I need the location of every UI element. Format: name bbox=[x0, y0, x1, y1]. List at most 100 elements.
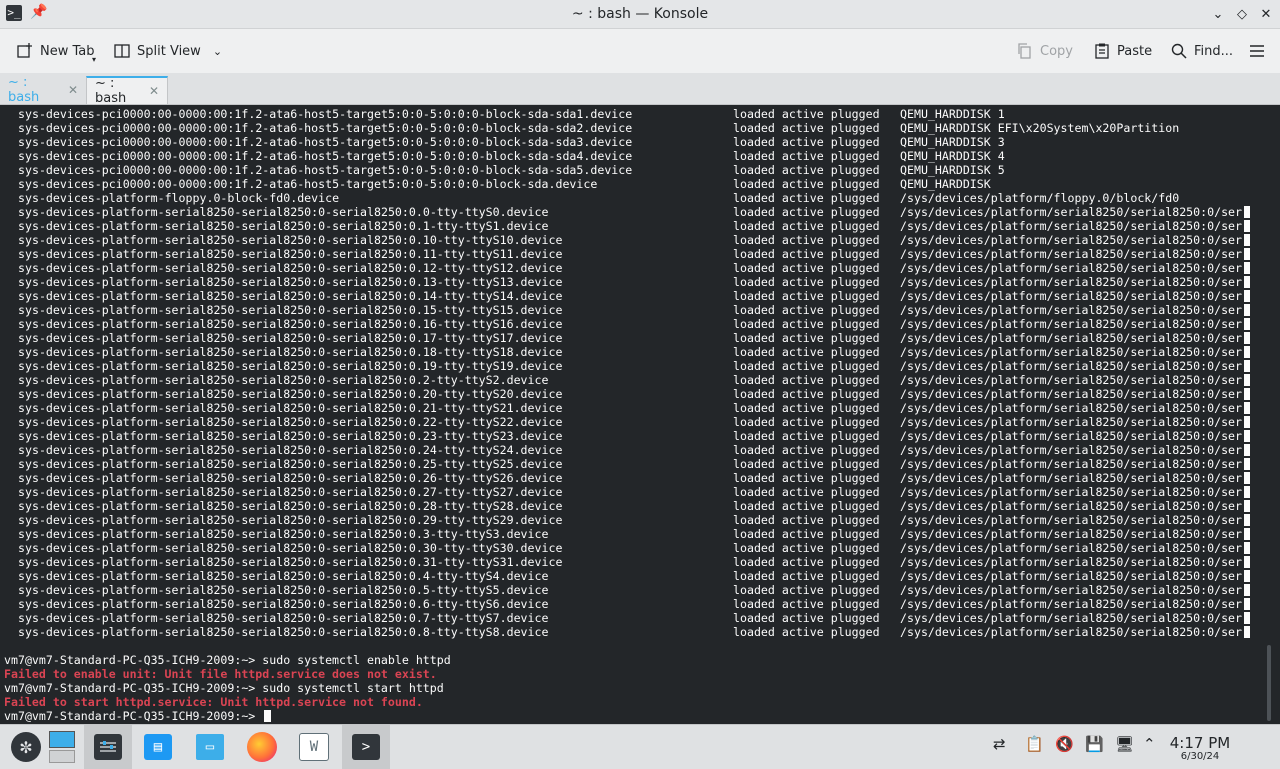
line-truncated-marker bbox=[1244, 542, 1250, 554]
unit-row: sys-devices-platform-serial8250-serial82… bbox=[0, 219, 1268, 233]
unit-description: /sys/devices/platform/serial8250/serial8… bbox=[900, 331, 1242, 345]
maximize-icon[interactable]: ◇ bbox=[1232, 4, 1252, 24]
unit-name: sys-devices-platform-serial8250-serial82… bbox=[18, 219, 549, 233]
unit-state: loaded active plugged bbox=[733, 303, 880, 317]
tab-bar: ~ : bash ✕ ~ : bash ✕ bbox=[0, 73, 1280, 106]
unit-name: sys-devices-platform-serial8250-serial82… bbox=[18, 317, 563, 331]
file-manager-icon[interactable]: ▭ bbox=[186, 725, 234, 769]
chevron-down-icon[interactable]: ⌄ bbox=[213, 45, 222, 58]
scrollbar[interactable] bbox=[1268, 105, 1280, 724]
unit-state: loaded active plugged bbox=[733, 527, 880, 541]
unit-description: /sys/devices/platform/serial8250/serial8… bbox=[900, 317, 1242, 331]
system-settings-icon[interactable] bbox=[84, 725, 132, 769]
unit-name: sys-devices-platform-serial8250-serial82… bbox=[18, 443, 563, 457]
unit-name: sys-devices-pci0000:00-0000:00:1f.2-ata6… bbox=[18, 177, 598, 191]
unit-row: sys-devices-platform-serial8250-serial82… bbox=[0, 513, 1268, 527]
line-truncated-marker bbox=[1244, 262, 1250, 274]
firefox-icon[interactable] bbox=[238, 725, 286, 769]
clipboard-icon[interactable]: 📋 bbox=[1025, 735, 1044, 753]
new-tab-button[interactable]: New Tab ▾ bbox=[16, 29, 96, 73]
unit-state: loaded active plugged bbox=[733, 275, 880, 289]
unit-state: loaded active plugged bbox=[733, 135, 880, 149]
display-icon[interactable]: 🖥 bbox=[1115, 735, 1134, 753]
unit-state: loaded active plugged bbox=[733, 569, 880, 583]
pin-icon[interactable]: 📌 bbox=[30, 4, 47, 20]
unit-row: sys-devices-platform-serial8250-serial82… bbox=[0, 597, 1268, 611]
volume-muted-icon[interactable]: 🔇 bbox=[1055, 735, 1074, 753]
unit-state: loaded active plugged bbox=[733, 415, 880, 429]
unit-name: sys-devices-platform-serial8250-serial82… bbox=[18, 289, 563, 303]
unit-name: sys-devices-pci0000:00-0000:00:1f.2-ata6… bbox=[18, 163, 633, 177]
unit-state: loaded active plugged bbox=[733, 345, 880, 359]
shell-text: Failed to start httpd.service: Unit http… bbox=[4, 695, 423, 709]
unit-row: sys-devices-platform-serial8250-serial82… bbox=[0, 583, 1268, 597]
unit-description: QEMU_HARDDISK 3 bbox=[900, 135, 1005, 149]
unit-row: sys-devices-platform-serial8250-serial82… bbox=[0, 247, 1268, 261]
unit-name: sys-devices-platform-serial8250-serial82… bbox=[18, 247, 563, 261]
unit-state: loaded active plugged bbox=[733, 485, 880, 499]
line-truncated-marker bbox=[1244, 458, 1250, 470]
unit-state: loaded active plugged bbox=[733, 149, 880, 163]
line-truncated-marker bbox=[1244, 318, 1250, 330]
storage-icon[interactable]: 💾 bbox=[1085, 735, 1104, 753]
unit-row: sys-devices-platform-serial8250-serial82… bbox=[0, 555, 1268, 569]
unit-description: /sys/devices/platform/serial8250/serial8… bbox=[900, 359, 1242, 373]
unit-state: loaded active plugged bbox=[733, 429, 880, 443]
minimize-icon[interactable]: ⌄ bbox=[1208, 4, 1228, 24]
unit-name: sys-devices-platform-serial8250-serial82… bbox=[18, 499, 563, 513]
expand-tray-icon[interactable]: ⌃ bbox=[1143, 735, 1156, 753]
unit-row: sys-devices-pci0000:00-0000:00:1f.2-ata6… bbox=[0, 135, 1268, 149]
shell-text: vm7@vm7-Standard-PC-Q35-ICH9-2009:~> sud… bbox=[4, 653, 451, 667]
desktop-pager-icon[interactable] bbox=[42, 725, 82, 769]
line-truncated-marker bbox=[1244, 402, 1250, 414]
unit-name: sys-devices-platform-serial8250-serial82… bbox=[18, 401, 563, 415]
scrollbar-thumb[interactable] bbox=[1267, 645, 1271, 721]
unit-row: sys-devices-platform-serial8250-serial82… bbox=[0, 275, 1268, 289]
tab-bash-1[interactable]: ~ : bash ✕ bbox=[0, 75, 86, 105]
unit-description: /sys/devices/platform/serial8250/serial8… bbox=[900, 569, 1242, 583]
unit-row: sys-devices-platform-serial8250-serial82… bbox=[0, 359, 1268, 373]
discover-store-icon[interactable]: ▤ bbox=[134, 725, 182, 769]
line-truncated-marker bbox=[1244, 290, 1250, 302]
copy-button[interactable]: Copy bbox=[1016, 29, 1073, 73]
unit-row: sys-devices-platform-serial8250-serial82… bbox=[0, 233, 1268, 247]
hamburger-menu-icon bbox=[1248, 42, 1266, 60]
tab-bash-2[interactable]: ~ : bash ✕ bbox=[86, 76, 168, 106]
unit-name: sys-devices-platform-serial8250-serial82… bbox=[18, 527, 549, 541]
network-icon[interactable]: ⇄ bbox=[993, 735, 1006, 753]
unit-name: sys-devices-platform-serial8250-serial82… bbox=[18, 555, 563, 569]
terminal-output[interactable]: sys-devices-pci0000:00-0000:00:1f.2-ata6… bbox=[0, 105, 1268, 724]
konsole-icon[interactable]: > bbox=[342, 725, 390, 769]
unit-description: /sys/devices/platform/floppy.0/block/fd0 bbox=[900, 191, 1180, 205]
unit-row: sys-devices-platform-serial8250-serial82… bbox=[0, 387, 1268, 401]
line-truncated-marker bbox=[1244, 346, 1250, 358]
line-truncated-marker bbox=[1244, 528, 1250, 540]
unit-state: loaded active plugged bbox=[733, 625, 880, 639]
close-tab-icon[interactable]: ✕ bbox=[68, 83, 78, 97]
terminal-icon[interactable]: >_ bbox=[6, 5, 22, 21]
unit-row: sys-devices-platform-serial8250-serial82… bbox=[0, 317, 1268, 331]
clock-date[interactable]: 6/30/24 bbox=[1169, 751, 1231, 762]
split-view-button[interactable]: Split View ⌄ bbox=[113, 29, 222, 73]
paste-button[interactable]: Paste bbox=[1093, 29, 1152, 73]
clock-time[interactable]: 4:17 PM bbox=[1169, 734, 1231, 752]
unit-description: QEMU_HARDDISK 4 bbox=[900, 149, 1005, 163]
hamburger-menu-button[interactable] bbox=[1248, 29, 1266, 73]
split-view-icon bbox=[113, 42, 131, 60]
unit-description: /sys/devices/platform/serial8250/serial8… bbox=[900, 415, 1242, 429]
vmware-icon[interactable]: W bbox=[290, 725, 338, 769]
new-tab-icon bbox=[16, 42, 34, 60]
unit-description: /sys/devices/platform/serial8250/serial8… bbox=[900, 373, 1242, 387]
unit-name: sys-devices-platform-serial8250-serial82… bbox=[18, 345, 563, 359]
unit-name: sys-devices-platform-serial8250-serial82… bbox=[18, 303, 563, 317]
unit-description: /sys/devices/platform/serial8250/serial8… bbox=[900, 541, 1242, 555]
copy-icon bbox=[1016, 42, 1034, 60]
unit-name: sys-devices-platform-serial8250-serial82… bbox=[18, 625, 549, 639]
unit-description: QEMU_HARDDISK 5 bbox=[900, 163, 1005, 177]
close-icon[interactable]: ✕ bbox=[1256, 4, 1276, 24]
close-tab-icon[interactable]: ✕ bbox=[149, 84, 159, 98]
unit-description: /sys/devices/platform/serial8250/serial8… bbox=[900, 247, 1242, 261]
unit-name: sys-devices-pci0000:00-0000:00:1f.2-ata6… bbox=[18, 149, 633, 163]
find-button[interactable]: Find... bbox=[1170, 29, 1233, 73]
taskbar: ✼ ▤ ▭ W > ⇄ 📋 🔇 💾 🖥 ⌃ 4:17 PM 6/30/24 bbox=[0, 724, 1280, 769]
